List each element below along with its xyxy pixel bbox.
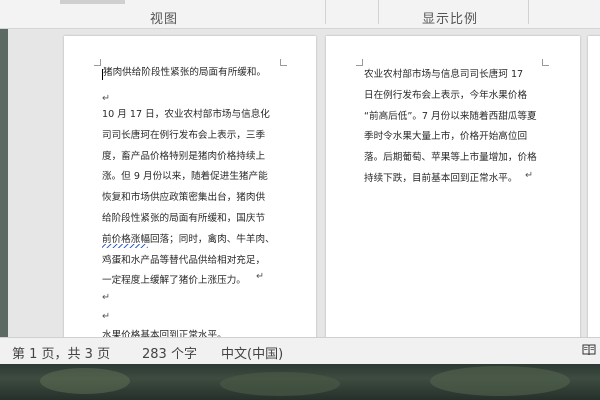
paragraph-mark: ↵ — [102, 292, 111, 303]
paragraph-mark: ↵ — [102, 93, 111, 104]
paragraph-body[interactable]: 10 月 17 日，农业农村部市场与信息化 司司长唐珂在例行发布会上表示，三季 … — [102, 105, 312, 292]
margin-corner-mark — [356, 59, 363, 66]
document-page-1[interactable]: 猪肉供给阶段性紧张的局面有所缓和。 ↵ 10 月 17 日，农业农村部市场与信息… — [64, 36, 316, 337]
ribbon-button-edge[interactable] — [60, 0, 125, 4]
ribbon-group-view-label: 视图 — [150, 12, 179, 27]
window-edge — [0, 29, 8, 337]
book-icon[interactable] — [582, 344, 596, 356]
background-blur — [430, 366, 570, 396]
language-status[interactable]: 中文(中国) — [221, 343, 283, 362]
spellcheck-underline — [102, 244, 148, 248]
margin-corner-mark — [280, 59, 287, 66]
status-bar: 第 1 页，共 3 页 283 个字 中文(中国) — [0, 337, 600, 364]
ribbon: 视图 显示比例 — [0, 0, 600, 29]
word-count-status[interactable]: 283 个字 — [142, 343, 197, 362]
paragraph-heading-line[interactable]: 猪肉供给阶段性紧张的局面有所缓和。 — [103, 63, 266, 84]
paragraph-mark: ↵ — [102, 311, 111, 322]
paragraph-body[interactable]: 农业农村部市场与信息司司长唐珂 17 日在例行发布会上表示，今年水果价格 “前高… — [364, 65, 578, 190]
margin-corner-mark — [94, 59, 101, 66]
desktop-background — [0, 364, 600, 400]
paragraph-mark: ↵ — [256, 271, 265, 282]
paragraph-next-line[interactable]: 水果价格基本回到正常水平。 — [102, 326, 227, 337]
document-page-3[interactable] — [588, 36, 600, 337]
document-area[interactable]: 猪肉供给阶段性紧张的局面有所缓和。 ↵ 10 月 17 日，农业农村部市场与信息… — [0, 29, 600, 337]
ribbon-separator — [325, 0, 326, 24]
page-count-status[interactable]: 第 1 页，共 3 页 — [12, 343, 110, 362]
background-blur — [220, 372, 340, 396]
paragraph-mark: ↵ — [525, 170, 534, 181]
document-page-2[interactable]: 农业农村部市场与信息司司长唐珂 17 日在例行发布会上表示，今年水果价格 “前高… — [326, 36, 580, 337]
ribbon-separator — [528, 0, 529, 24]
ribbon-group-zoom-label: 显示比例 — [422, 12, 479, 27]
background-blur — [40, 368, 130, 394]
ribbon-separator — [378, 0, 379, 24]
